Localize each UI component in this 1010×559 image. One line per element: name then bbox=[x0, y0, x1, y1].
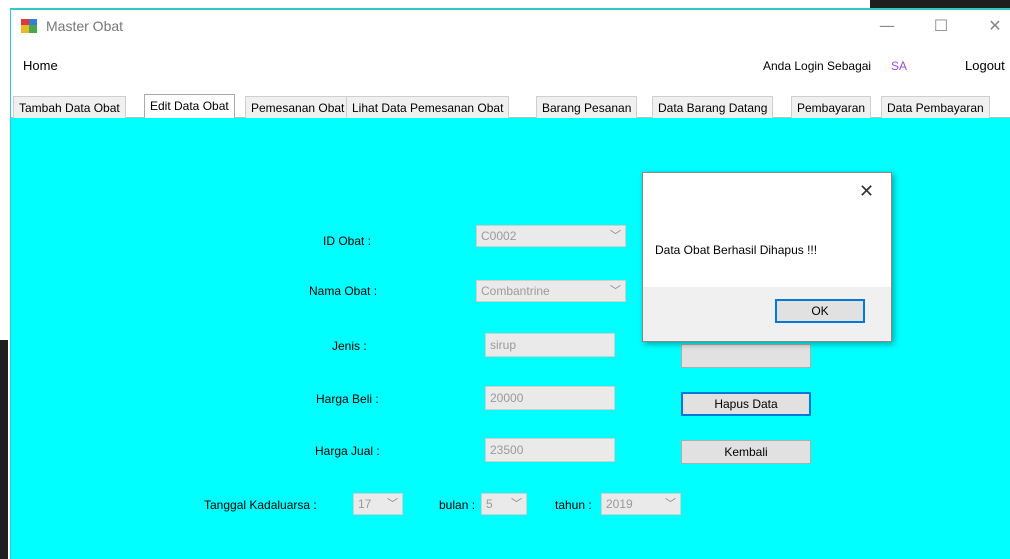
jenis-field[interactable]: sirup bbox=[485, 333, 615, 357]
app-icon bbox=[21, 19, 37, 33]
hapus-data-button[interactable]: Hapus Data bbox=[681, 392, 811, 416]
tab-pembayaran[interactable]: Pembayaran bbox=[791, 96, 872, 118]
harga-jual-field[interactable]: 23500 bbox=[485, 438, 615, 462]
tab-data-barang-datang[interactable]: Data Barang Datang bbox=[652, 96, 774, 118]
tahun-label: tahun : bbox=[555, 498, 592, 512]
ok-button[interactable]: OK bbox=[775, 299, 865, 323]
ubah-data-button-partial[interactable] bbox=[681, 344, 811, 368]
harga-beli-label: Harga Beli : bbox=[316, 392, 379, 406]
background-window-edge bbox=[870, 0, 1010, 8]
id-obat-combo[interactable]: C0002 ﹀ bbox=[476, 225, 626, 247]
login-label: Anda Login Sebagai bbox=[763, 59, 872, 73]
minimize-icon[interactable]: — bbox=[867, 14, 907, 38]
dialog-close-icon[interactable]: ✕ bbox=[859, 181, 874, 202]
id-obat-value: C0002 bbox=[481, 229, 517, 243]
window-title: Master Obat bbox=[46, 18, 124, 34]
message-dialog: ✕ Data Obat Berhasil Dihapus !!! OK bbox=[642, 172, 892, 342]
bulan-combo[interactable]: 5 ﹀ bbox=[481, 493, 527, 515]
dialog-message: Data Obat Berhasil Dihapus !!! bbox=[655, 243, 818, 257]
kembali-button[interactable]: Kembali bbox=[681, 440, 811, 464]
chevron-down-icon: ﹀ bbox=[387, 497, 398, 510]
chevron-down-icon: ﹀ bbox=[665, 497, 676, 510]
tab-tambah-data-obat[interactable]: Tambah Data Obat bbox=[13, 96, 126, 118]
tab-bar: Tambah Data Obat Edit Data Obat Pemesana… bbox=[11, 94, 1010, 119]
nama-obat-value: Combantrine bbox=[481, 284, 550, 298]
nama-obat-combo[interactable]: Combantrine ﹀ bbox=[476, 280, 626, 302]
menu-bar: Home Anda Login Sebagai SA Logout bbox=[11, 55, 1010, 77]
id-obat-label: ID Obat : bbox=[323, 234, 372, 248]
tanggal-combo[interactable]: 17 ﹀ bbox=[353, 493, 403, 515]
maximize-icon[interactable]: ☐ bbox=[921, 14, 961, 38]
bulan-value: 5 bbox=[486, 497, 493, 511]
chevron-down-icon: ﹀ bbox=[511, 497, 522, 510]
tab-edit-data-obat[interactable]: Edit Data Obat bbox=[144, 94, 235, 119]
bulan-label: bulan : bbox=[439, 498, 476, 512]
tanggal-value: 17 bbox=[358, 497, 372, 511]
nama-obat-label: Nama Obat : bbox=[309, 284, 378, 298]
desktop-background bbox=[0, 0, 10, 559]
tab-lihat-data-pemesanan-obat[interactable]: Lihat Data Pemesanan Obat bbox=[346, 96, 510, 118]
close-icon[interactable]: ✕ bbox=[975, 14, 1010, 38]
menu-home[interactable]: Home bbox=[23, 58, 58, 73]
tab-barang-pesanan[interactable]: Barang Pesanan bbox=[536, 96, 638, 118]
chevron-down-icon: ﹀ bbox=[610, 284, 621, 297]
harga-beli-field[interactable]: 20000 bbox=[485, 386, 615, 410]
harga-jual-label: Harga Jual : bbox=[315, 444, 380, 458]
tahun-combo[interactable]: 2019 ﹀ bbox=[601, 493, 681, 515]
tahun-value: 2019 bbox=[606, 497, 633, 511]
tanggal-kadaluarsa-label: Tanggal Kadaluarsa : bbox=[204, 498, 317, 512]
jenis-label: Jenis : bbox=[332, 339, 367, 353]
tab-pemesanan-obat[interactable]: Pemesanan Obat bbox=[245, 96, 351, 118]
login-user: SA bbox=[891, 59, 908, 73]
chevron-down-icon: ﹀ bbox=[610, 229, 621, 242]
tab-data-pembayaran[interactable]: Data Pembayaran bbox=[881, 96, 990, 118]
menu-logout[interactable]: Logout bbox=[965, 58, 1005, 73]
title-bar: Master Obat — ☐ ✕ bbox=[11, 10, 1010, 42]
background-strip bbox=[0, 340, 8, 559]
